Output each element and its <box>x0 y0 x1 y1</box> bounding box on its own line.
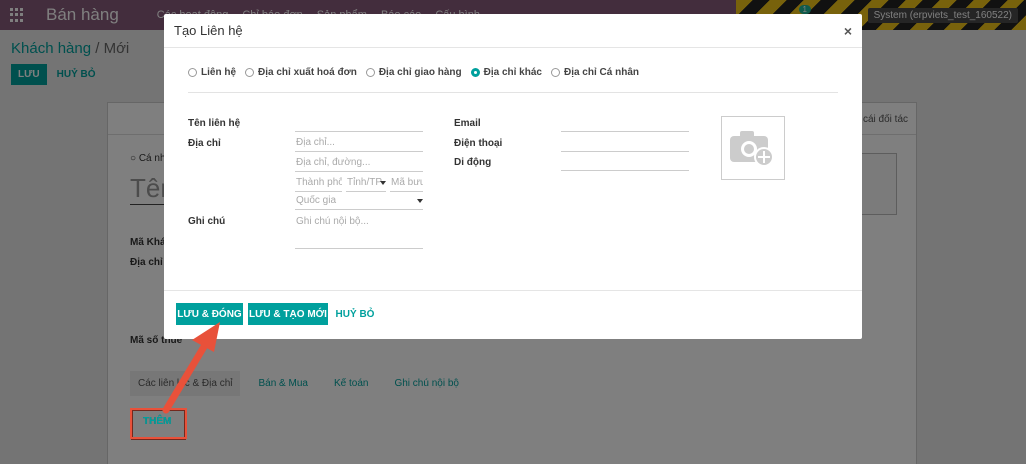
annotation-arrow-icon <box>162 322 220 414</box>
